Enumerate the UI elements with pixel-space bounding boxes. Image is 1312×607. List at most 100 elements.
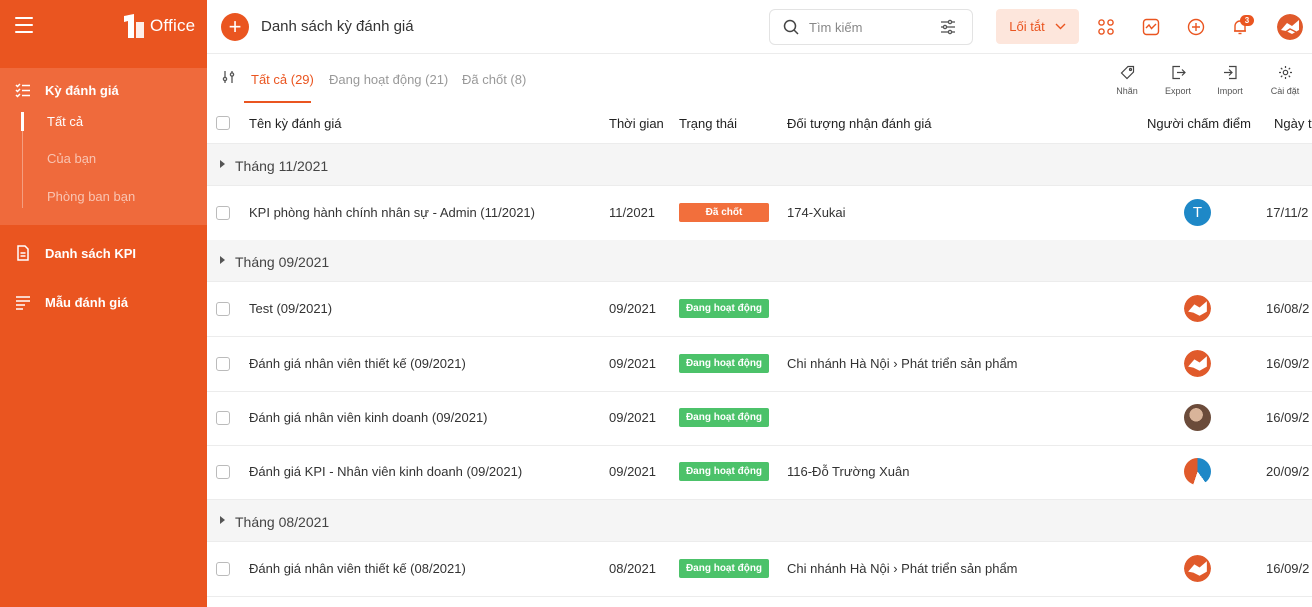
sidebar-item-label: Mẫu đánh giá	[45, 294, 129, 310]
table-header: Tên kỳ đánh giá Thời gian Trạng thái Đối…	[207, 103, 1312, 144]
add-circle-icon[interactable]	[1187, 18, 1205, 36]
chevron-down-icon	[1055, 23, 1066, 30]
search-icon	[783, 19, 799, 35]
add-button[interactable]: +	[221, 13, 249, 41]
select-all-checkbox[interactable]	[216, 116, 230, 130]
row-name[interactable]: Đánh giá nhân viên thiết kế (09/2021)	[249, 356, 466, 371]
sidebar-item-ky-danh-gia[interactable]: Kỳ đánh giá	[0, 80, 207, 100]
row-checkbox[interactable]	[216, 206, 230, 220]
caret-right-icon	[220, 516, 225, 524]
table-row[interactable]: Đánh giá nhân viên thiết kế (09/2021) 09…	[207, 337, 1312, 392]
user-avatar[interactable]	[1277, 14, 1303, 40]
grader-avatar[interactable]	[1184, 458, 1211, 485]
row-target: Chi nhánh Hà Nội › Phát triển sản phẩm	[787, 561, 1018, 576]
row-checkbox[interactable]	[216, 302, 230, 316]
sidebar: Office Kỳ đánh giá Tất cả Của bạn Phòng …	[0, 0, 207, 607]
group-label: Tháng 09/2021	[235, 254, 330, 270]
column-header-status[interactable]: Trạng thái	[679, 116, 737, 131]
tab-active[interactable]: Đang hoạt động (21)	[329, 72, 448, 87]
row-checkbox[interactable]	[216, 411, 230, 425]
tag-icon	[1120, 65, 1134, 80]
filter-settings-icon[interactable]	[940, 19, 956, 35]
status-badge: Đang hoạt động	[679, 559, 769, 578]
sidebar-item-label: Danh sách KPI	[45, 245, 137, 261]
group-row[interactable]: Tháng 11/2021	[207, 144, 1312, 186]
grader-avatar[interactable]: T	[1184, 199, 1211, 226]
column-header-target[interactable]: Đối tượng nhận đánh giá	[787, 116, 931, 131]
shortcut-dropdown[interactable]: Lối tắt	[996, 9, 1079, 44]
sidebar-subitem-tat-ca[interactable]: Tất cả	[47, 114, 83, 129]
group-label: Tháng 11/2021	[235, 158, 329, 174]
group-row[interactable]: Tháng 08/2021	[207, 500, 1312, 542]
import-action[interactable]: Import	[1208, 65, 1252, 96]
app-logo[interactable]: Office	[120, 12, 195, 40]
sidebar-item-mau-danh-gia[interactable]: Mẫu đánh giá	[0, 292, 207, 312]
import-icon	[1223, 65, 1237, 80]
tabs-bar: Tất cả (29) Đang hoạt động (21) Đã chốt …	[207, 55, 1312, 103]
grader-avatar[interactable]	[1184, 350, 1211, 377]
search-input[interactable]	[809, 19, 939, 35]
table-row[interactable]: Đánh giá nhân viên kinh doanh (09/2021) …	[207, 391, 1312, 446]
search-box	[769, 9, 973, 45]
shortcut-label: Lối tắt	[1009, 19, 1045, 34]
caret-right-icon	[220, 160, 225, 168]
action-label: Export	[1164, 86, 1191, 96]
column-header-grader[interactable]: Người chấm điểm	[1147, 116, 1251, 131]
logo-text: Office	[150, 16, 196, 35]
grader-avatar[interactable]	[1184, 295, 1211, 322]
activity-icon[interactable]	[1142, 18, 1160, 36]
action-label: Import	[1217, 86, 1243, 96]
row-name[interactable]: KPI phòng hành chính nhân sự - Admin (11…	[249, 205, 535, 220]
settings-action[interactable]: Cài đặt	[1263, 65, 1307, 96]
table-row[interactable]: Đánh giá nhân viên thiết kế (08/2021) 08…	[207, 542, 1312, 597]
sidebar-item-danh-sach-kpi[interactable]: Danh sách KPI	[0, 243, 207, 263]
table-row[interactable]: Test (09/2021) 09/2021 Đang hoạt động 16…	[207, 282, 1312, 337]
status-badge: Đang hoạt động	[679, 462, 769, 481]
list-icon	[15, 294, 33, 310]
row-name[interactable]: Đánh giá nhân viên kinh doanh (09/2021)	[249, 410, 488, 425]
label-action[interactable]: Nhãn	[1105, 65, 1149, 96]
table-row[interactable]: Đánh giá KPI - Nhân viên kinh doanh (09/…	[207, 445, 1312, 500]
page-title: Danh sách kỳ đánh giá	[261, 18, 414, 35]
group-label: Tháng 08/2021	[235, 514, 330, 530]
sidebar-subitem-cua-ban[interactable]: Của bạn	[47, 151, 96, 166]
row-period: 09/2021	[609, 464, 656, 479]
grader-avatar[interactable]	[1184, 404, 1211, 431]
row-created-date: 20/09/2	[1266, 464, 1310, 479]
row-target: Chi nhánh Hà Nội › Phát triển sản phẩm	[787, 356, 1018, 371]
column-header-created-date[interactable]: Ngày tạ	[1274, 116, 1312, 131]
row-period: 08/2021	[609, 561, 656, 576]
row-checkbox[interactable]	[216, 562, 230, 576]
top-bar: + Danh sách kỳ đánh giá Lối tắt 3	[207, 0, 1312, 54]
group-row[interactable]: Tháng 09/2021	[207, 240, 1312, 282]
action-label: Cài đặt	[1270, 86, 1300, 96]
row-created-date: 16/09/2	[1266, 356, 1310, 371]
submenu-active-indicator	[21, 112, 24, 131]
export-action[interactable]: Export	[1156, 65, 1200, 96]
row-checkbox[interactable]	[216, 357, 230, 371]
sidebar-subitem-phong-ban[interactable]: Phòng ban bạn	[47, 189, 135, 204]
row-name[interactable]: Đánh giá KPI - Nhân viên kinh doanh (09/…	[249, 464, 522, 479]
row-period: 09/2021	[609, 356, 656, 371]
sidebar-header: Office	[0, 0, 207, 54]
status-badge: Đang hoạt động	[679, 299, 769, 318]
table-row[interactable]: KPI phòng hành chính nhân sự - Admin (11…	[207, 186, 1312, 241]
row-name[interactable]: Đánh giá nhân viên thiết kế (08/2021)	[249, 561, 466, 576]
export-icon	[1171, 65, 1186, 80]
row-created-date: 16/09/2	[1266, 561, 1310, 576]
notification-badge: 3	[1240, 15, 1254, 26]
tab-closed[interactable]: Đã chốt (8)	[462, 72, 526, 87]
row-checkbox[interactable]	[216, 465, 230, 479]
row-period: 09/2021	[609, 301, 656, 316]
menu-icon[interactable]	[15, 17, 33, 35]
column-header-name[interactable]: Tên kỳ đánh giá	[249, 116, 342, 131]
column-header-period[interactable]: Thời gian	[609, 116, 664, 131]
grader-avatar[interactable]	[1184, 555, 1211, 582]
row-target: 174-Xukai	[787, 205, 846, 220]
gear-icon	[1278, 66, 1292, 79]
row-period: 09/2021	[609, 410, 656, 425]
apps-grid-icon[interactable]	[1097, 18, 1115, 36]
sliders-icon[interactable]	[222, 70, 236, 84]
row-name[interactable]: Test (09/2021)	[249, 301, 332, 316]
tab-all[interactable]: Tất cả (29)	[251, 72, 314, 87]
